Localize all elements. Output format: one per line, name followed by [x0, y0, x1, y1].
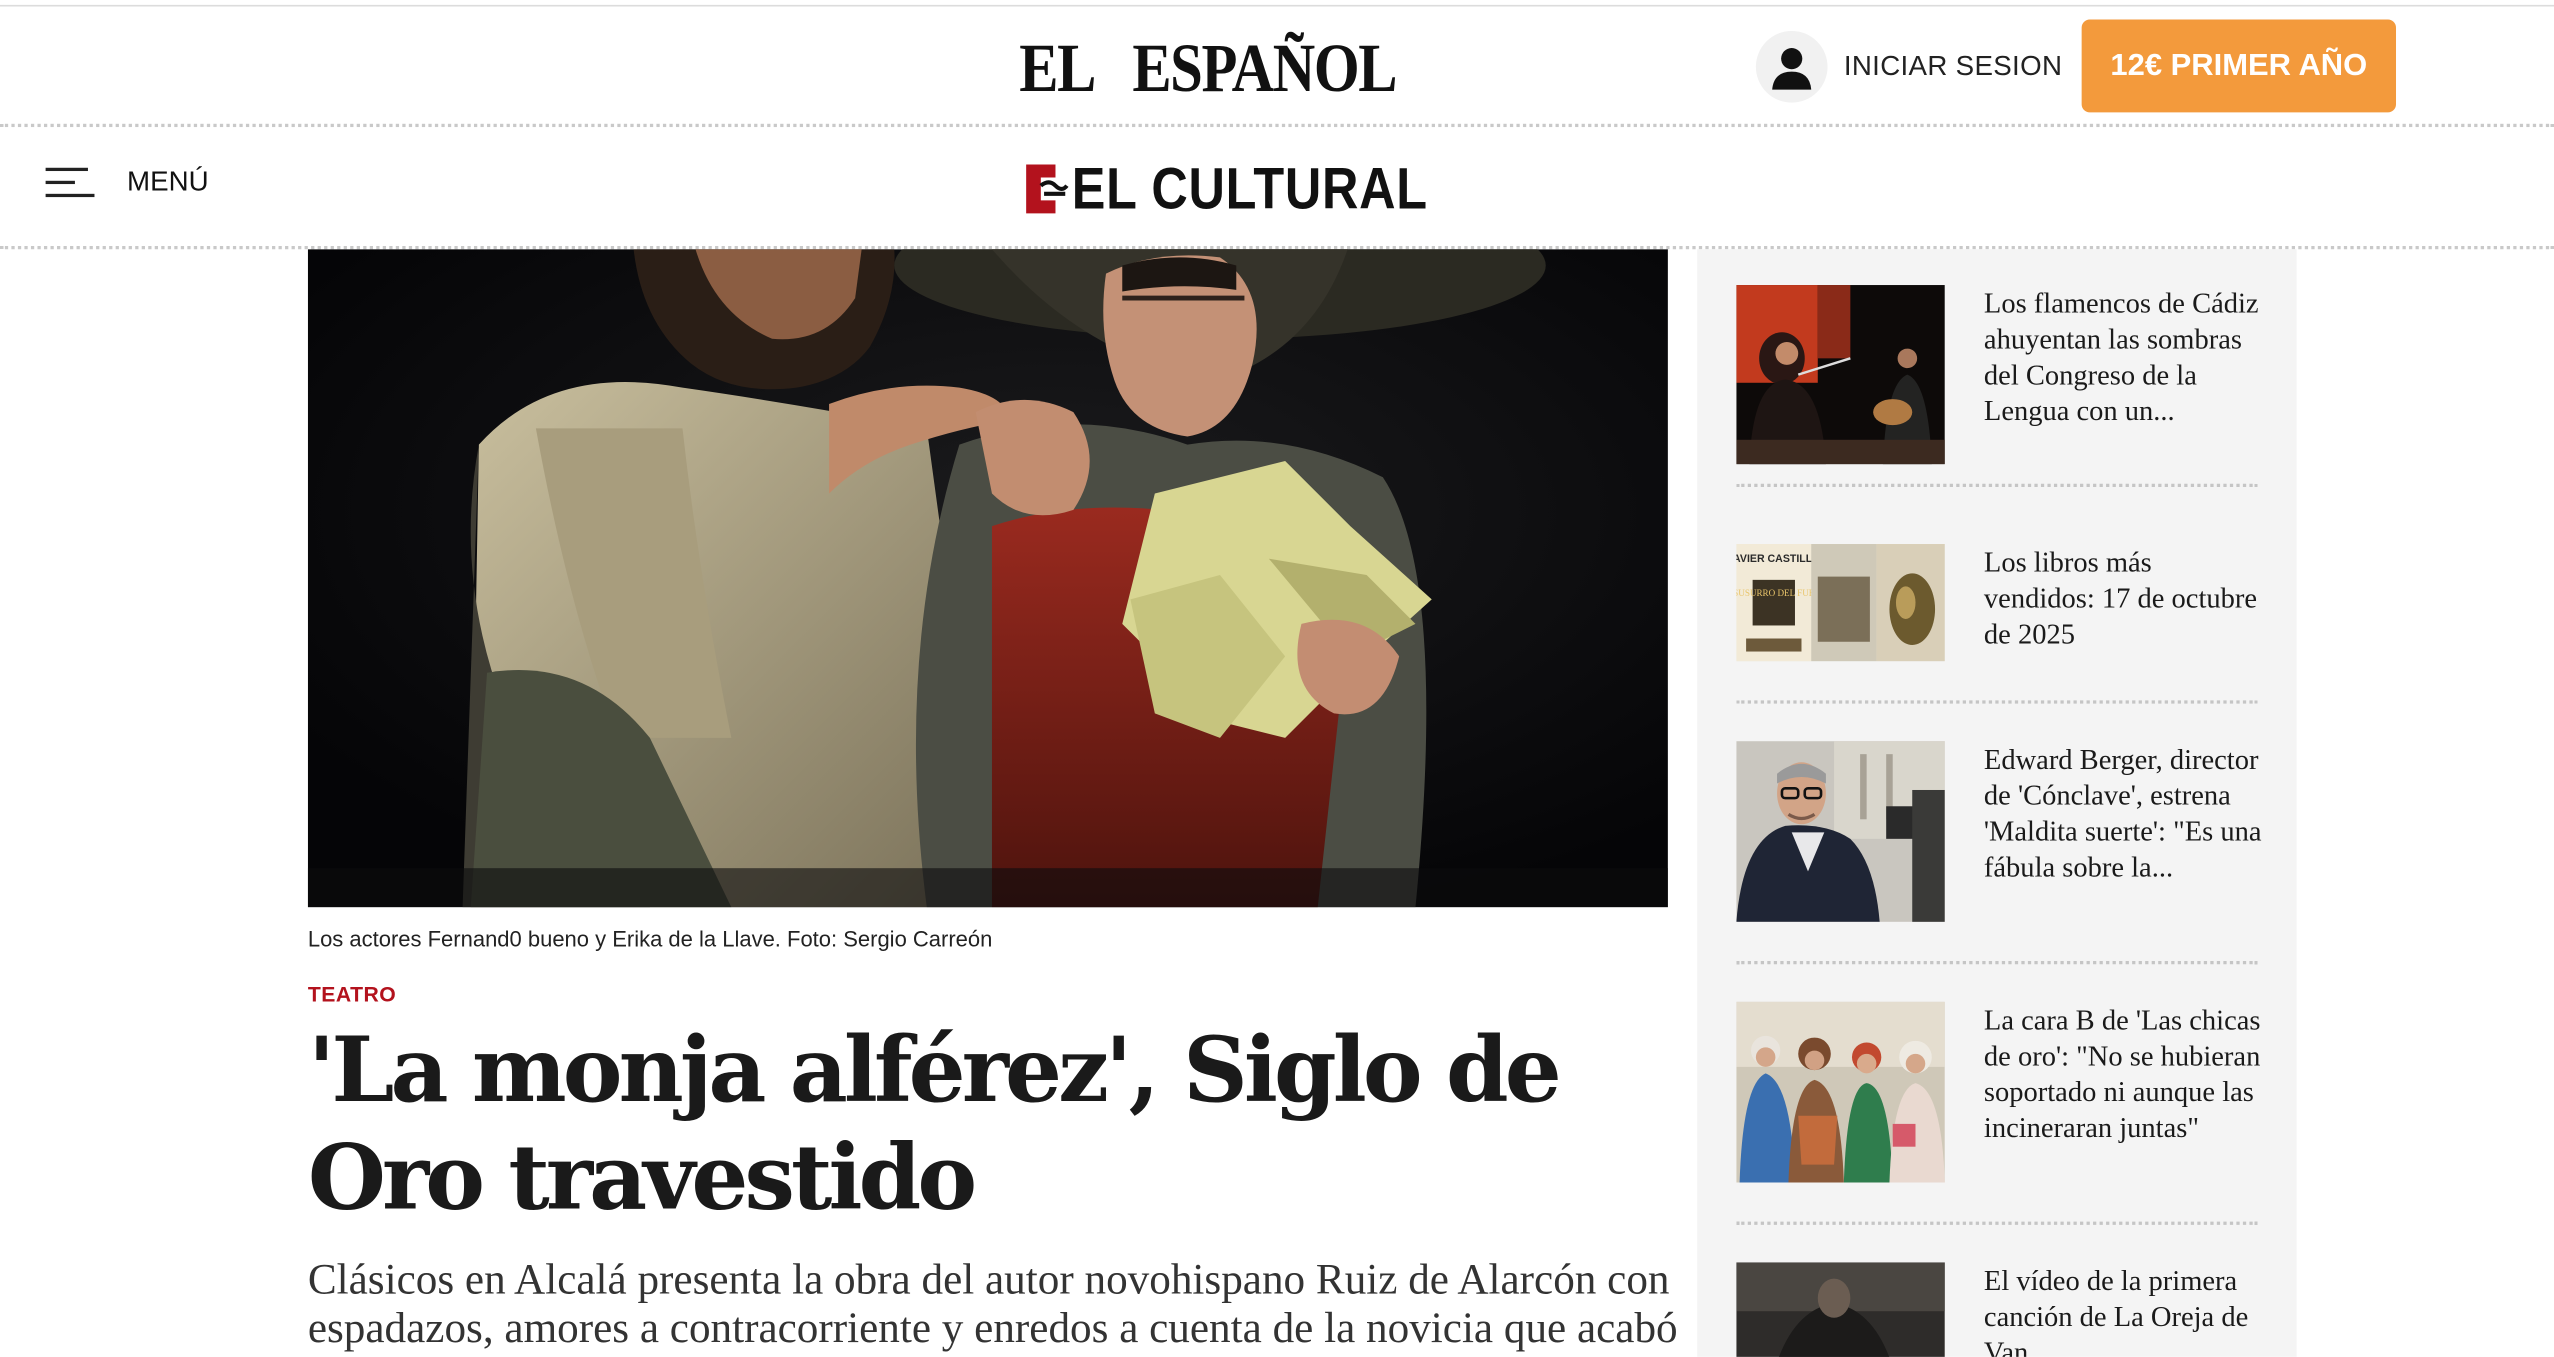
sidebar: Los flamencos de Cádiz ahuyentan las som…	[1697, 249, 2297, 1357]
section-tag[interactable]: TEATRO	[308, 982, 396, 1006]
books-thumbnail: JAVIER CASTILLO EL SUSURRO DEL FUEGO	[1736, 544, 1945, 662]
sidebar-article-title: Los libros más vendidos: 17 de octubre d…	[1983, 545, 2258, 650]
page: EL ESPAÑOL INICIAR SESION 12€ PRIMER AÑO…	[0, 0, 2554, 1357]
article-headline: 'La monja alférez', Siglo de Oro travest…	[307, 1016, 1562, 1230]
login-button[interactable]: INICIAR SESION	[1755, 29, 2063, 104]
subscribe-button[interactable]: 12€ PRIMER AÑO	[2081, 19, 2397, 113]
flamenco-thumbnail	[1736, 285, 1945, 465]
sidebar-article-title: Edward Berger, director de 'Cónclave', e…	[1983, 742, 2262, 883]
sidebar-divider	[1736, 961, 2258, 965]
menu-label: MENÚ	[127, 166, 209, 198]
sidebar-divider	[1736, 1221, 2258, 1225]
sidebar-divider	[1736, 700, 2258, 704]
edward-berger-thumbnail	[1736, 741, 1945, 922]
music-video-thumbnail	[1736, 1262, 1945, 1357]
article-standfirst: Clásicos en Alcalá presenta la obra del …	[307, 1254, 1678, 1352]
photo-caption: Los actores Fernand0 bueno y Erika de la…	[307, 926, 993, 952]
logo-word-left: EL	[1019, 32, 1096, 108]
menu-button[interactable]: MENÚ	[45, 163, 209, 202]
el-cultural-logo[interactable]: EL CULTURAL	[1020, 155, 1486, 223]
sidebar-article-title: Los flamencos de Cádiz ahuyentan las som…	[1983, 286, 2259, 427]
sidebar-article-title: La cara B de 'Las chicas de oro': "No se…	[1983, 1003, 2261, 1144]
section-logo-word: EL CULTURAL	[1071, 154, 1428, 222]
top-border	[0, 4, 2554, 7]
sidebar-divider	[1736, 483, 2258, 488]
hamburger-icon	[45, 163, 95, 202]
user-icon	[1755, 30, 1828, 103]
sidebar-article-title: El vídeo de la primera canción de La Ore…	[1983, 1263, 2249, 1357]
login-label: INICIAR SESION	[1843, 50, 2063, 82]
golden-girls-thumbnail	[1736, 1001, 1945, 1183]
header-divider	[0, 123, 2554, 128]
hero-photo[interactable]	[307, 249, 1668, 908]
logo-word-right: ESPAÑOL	[1132, 32, 1397, 108]
el-espanol-logo[interactable]: EL ESPAÑOL	[1019, 29, 1404, 110]
el-cultural-mark-icon	[1026, 164, 1069, 214]
book-author-text: JAVIER CASTILLO	[1736, 553, 1820, 565]
